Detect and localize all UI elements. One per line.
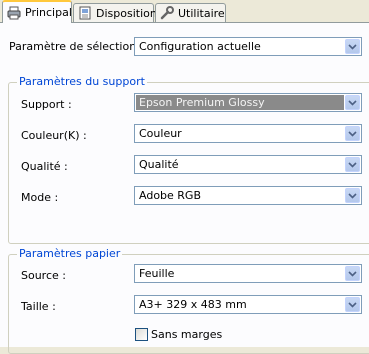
printer-icon — [7, 6, 21, 20]
tab-disposition-label: Disposition — [96, 6, 157, 20]
source-label: Source : — [21, 269, 66, 282]
chevron-down-icon — [345, 157, 360, 172]
couleur-combo[interactable]: Couleur — [134, 124, 362, 143]
paper-group-title: Paramètres papier — [17, 247, 123, 260]
sans-marges-checkbox[interactable] — [135, 328, 148, 341]
tab-principal-label: Principal — [25, 6, 72, 19]
selection-combo[interactable]: Configuration actuelle — [134, 37, 362, 56]
selection-value: Configuration actuelle — [139, 40, 261, 53]
tab-utilitaire-label: Utilitaire — [178, 6, 225, 20]
chevron-down-icon — [345, 297, 360, 312]
couleur-label: Couleur(K) : — [21, 129, 87, 142]
taille-combo[interactable]: A3+ 329 x 483 mm — [134, 295, 362, 314]
support-combo[interactable]: Epson Premium Glossy — [134, 93, 362, 112]
selection-label: Paramètre de sélection : — [9, 40, 144, 53]
main-panel: Paramètre de sélection : Configuration a… — [0, 23, 369, 354]
support-group-title: Paramètres du support — [17, 75, 147, 88]
tab-strip: Principal Disposition Utilitaire — [0, 0, 369, 23]
wrench-icon — [160, 6, 174, 20]
couleur-value: Couleur — [139, 127, 182, 140]
mode-combo[interactable]: Adobe RGB — [134, 186, 362, 205]
tab-disposition[interactable]: Disposition — [73, 3, 157, 22]
tab-principal[interactable]: Principal — [2, 0, 72, 23]
taille-label: Taille : — [21, 300, 56, 313]
qualite-combo[interactable]: Qualité — [134, 155, 362, 174]
qualite-label: Qualité : — [21, 160, 68, 173]
sans-marges-label[interactable]: Sans marges — [151, 328, 222, 341]
chevron-down-icon — [345, 95, 360, 110]
mode-value: Adobe RGB — [139, 189, 202, 202]
chevron-down-icon — [345, 39, 360, 54]
chevron-down-icon — [345, 188, 360, 203]
taille-value: A3+ 329 x 483 mm — [139, 298, 247, 311]
source-value: Feuille — [139, 267, 175, 280]
qualite-value: Qualité — [139, 158, 179, 171]
source-combo[interactable]: Feuille — [134, 264, 362, 283]
support-value: Epson Premium Glossy — [136, 95, 344, 110]
support-label: Support : — [21, 98, 72, 111]
chevron-down-icon — [345, 126, 360, 141]
chevron-down-icon — [345, 266, 360, 281]
mode-label: Mode : — [21, 191, 59, 204]
tab-utilitaire[interactable]: Utilitaire — [155, 3, 226, 22]
page-layout-icon — [78, 6, 92, 20]
